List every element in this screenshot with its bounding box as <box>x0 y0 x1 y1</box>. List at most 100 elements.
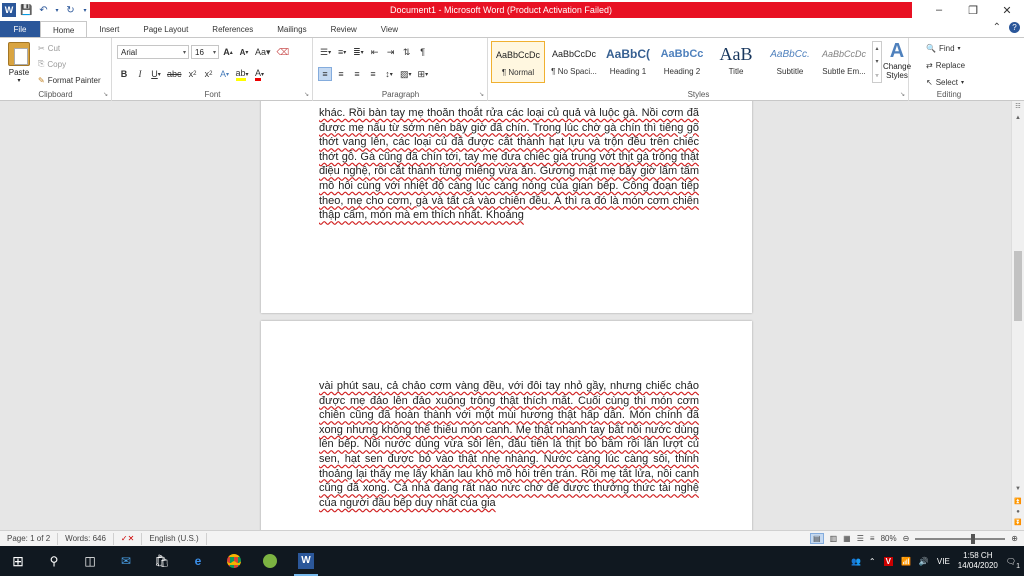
proofing-icon[interactable]: ✓✕ <box>114 532 143 545</box>
volume-icon[interactable]: 🔊 <box>919 557 929 566</box>
font-color-icon[interactable]: A ▾ <box>253 67 267 81</box>
align-left-icon[interactable]: ≡ <box>318 67 332 81</box>
superscript-icon[interactable]: x2 <box>202 67 216 81</box>
customize-qat-icon[interactable]: ▾ <box>81 4 89 17</box>
undo-dropdown-icon[interactable]: ▾ <box>54 4 60 17</box>
underline-icon[interactable]: U ▾ <box>149 67 163 81</box>
subscript-icon[interactable]: x2 <box>186 67 200 81</box>
word-count[interactable]: Words: 646 <box>58 532 114 545</box>
zoom-in-icon[interactable]: ⊕ <box>1011 534 1018 543</box>
clock[interactable]: 1:58 CH 14/04/2020 <box>958 551 998 571</box>
chevron-up-icon[interactable]: ▴ <box>875 45 878 52</box>
save-icon[interactable]: 💾 <box>20 4 33 17</box>
coccoc-icon[interactable] <box>252 546 288 576</box>
unikey-icon[interactable]: V <box>883 556 893 566</box>
change-case-icon[interactable]: Aa▾ <box>253 45 273 59</box>
dialog-launcher-icon[interactable]: ↘ <box>900 91 905 98</box>
full-screen-reading-icon[interactable]: ▥ <box>830 534 838 543</box>
undo-icon[interactable]: ↶ <box>37 4 50 17</box>
chrome-icon[interactable] <box>216 546 252 576</box>
print-layout-icon[interactable]: ▤ <box>810 533 824 544</box>
tab-references[interactable]: References <box>200 21 265 38</box>
language-status[interactable]: English (U.S.) <box>142 532 207 545</box>
more-icon[interactable]: ▿ <box>875 72 878 79</box>
style-heading-2[interactable]: AaBbCc Heading 2 <box>655 41 709 83</box>
strikethrough-icon[interactable]: abc <box>165 67 184 81</box>
font-size-combo[interactable]: 16 ▾ <box>191 45 219 59</box>
zoom-out-icon[interactable]: ⊖ <box>903 534 910 543</box>
outline-icon[interactable]: ☰ <box>857 534 864 543</box>
style-heading-1[interactable]: AaBbC( Heading 1 <box>601 41 655 83</box>
minimize-icon[interactable]: – <box>922 0 956 20</box>
tab-review[interactable]: Review <box>319 21 369 38</box>
numbering-icon[interactable]: ≡ ▾ <box>335 45 349 59</box>
ruler-toggle-icon[interactable]: ☷ <box>1012 103 1024 113</box>
page-2-text[interactable]: vài phút sau, cả chảo cơm vàng đều, với … <box>319 379 699 510</box>
font-name-combo[interactable]: Arial ▾ <box>117 45 189 59</box>
draft-icon[interactable]: ≡ <box>870 534 875 543</box>
shading-icon[interactable]: ▨ ▾ <box>398 67 414 81</box>
next-page-icon[interactable]: ⏬ <box>1012 519 1024 529</box>
edge-icon[interactable]: e <box>180 546 216 576</box>
chevron-up-icon[interactable]: ⌃ <box>869 557 876 566</box>
minimize-ribbon-icon[interactable]: ⌃ <box>993 22 1001 33</box>
select-button[interactable]: ↖ Select ▾ <box>926 76 965 88</box>
dialog-launcher-icon[interactable]: ↘ <box>103 91 108 98</box>
input-language[interactable]: VIE <box>937 557 950 566</box>
multilevel-list-icon[interactable]: ≣ ▾ <box>351 45 366 59</box>
tab-page-layout[interactable]: Page Layout <box>131 21 200 38</box>
clear-formatting-icon[interactable]: ⌫ <box>275 45 292 59</box>
redo-icon[interactable]: ↻ <box>64 4 77 17</box>
paste-button[interactable]: Paste ▾ <box>4 42 34 84</box>
style-subtitle[interactable]: AaBbCc. Subtitle <box>763 41 817 83</box>
word-taskbar-icon[interactable]: W <box>288 546 324 576</box>
align-center-icon[interactable]: ≡ <box>334 67 348 81</box>
store-icon[interactable]: 🛍 <box>144 546 180 576</box>
tab-insert[interactable]: Insert <box>87 21 131 38</box>
bold-icon[interactable]: B <box>117 67 131 81</box>
page-1-text[interactable]: khác. Rồi bàn tay mẹ thoăn thoắt rửa các… <box>319 106 699 223</box>
find-button[interactable]: 🔍 Find ▾ <box>926 42 965 54</box>
page-2[interactable]: vài phút sau, cả chảo cơm vàng đều, với … <box>261 321 752 530</box>
scroll-thumb[interactable] <box>1014 251 1022 321</box>
show-formatting-icon[interactable]: ¶ <box>416 45 430 59</box>
network-icon[interactable]: 📶 <box>901 557 911 566</box>
help-icon[interactable]: ? <box>1009 22 1020 33</box>
cut-button[interactable]: ✂ Cut <box>38 42 101 54</box>
dialog-launcher-icon[interactable]: ↘ <box>304 91 309 98</box>
page-1[interactable]: khác. Rồi bàn tay mẹ thoăn thoắt rửa các… <box>261 101 752 313</box>
increase-indent-icon[interactable]: ⇥ <box>384 45 398 59</box>
highlight-icon[interactable]: ab ▾ <box>234 67 251 81</box>
bullets-icon[interactable]: ☰ ▾ <box>318 45 333 59</box>
previous-page-icon[interactable]: ⏫ <box>1012 498 1024 508</box>
justify-icon[interactable]: ≡ <box>366 67 380 81</box>
change-styles-button[interactable]: A Change Styles <box>883 40 911 80</box>
zoom-level[interactable]: 80% <box>881 534 897 543</box>
style-no-spacing[interactable]: AaBbCcDc ¶ No Spaci... <box>547 41 601 83</box>
web-layout-icon[interactable]: ▦ <box>843 534 851 543</box>
page-count[interactable]: Page: 1 of 2 <box>0 532 59 545</box>
search-icon[interactable]: ⚲ <box>36 546 72 576</box>
text-effects-icon[interactable]: A ▾ <box>218 67 232 81</box>
notification-icon[interactable]: 🗨 1 <box>1006 557 1020 570</box>
people-icon[interactable]: 👥 <box>851 557 861 566</box>
zoom-slider-thumb[interactable] <box>971 533 976 544</box>
tab-mailings[interactable]: Mailings <box>265 21 318 38</box>
scroll-up-icon[interactable]: ▲ <box>1012 115 1024 125</box>
tab-home[interactable]: Home <box>40 21 88 38</box>
copy-button[interactable]: ⎘ Copy <box>38 58 101 70</box>
document-area[interactable]: khác. Rồi bàn tay mẹ thoăn thoắt rửa các… <box>0 101 1011 530</box>
decrease-indent-icon[interactable]: ⇤ <box>368 45 382 59</box>
borders-icon[interactable]: ⊞ ▾ <box>416 67 431 81</box>
dialog-launcher-icon[interactable]: ↘ <box>479 91 484 98</box>
shrink-font-icon[interactable]: A ▾ <box>237 45 251 59</box>
tab-file[interactable]: File <box>0 21 40 38</box>
styles-scrollbar[interactable]: ▴ ▾ ▿ <box>872 41 882 83</box>
zoom-slider[interactable] <box>915 533 1006 544</box>
chevron-down-icon[interactable]: ▾ <box>875 58 878 65</box>
mail-icon[interactable]: ✉ <box>108 546 144 576</box>
task-view-icon[interactable]: ◫ <box>72 546 108 576</box>
align-right-icon[interactable]: ≡ <box>350 67 364 81</box>
grow-font-icon[interactable]: A ▴ <box>221 45 235 59</box>
restore-icon[interactable]: ❐ <box>956 0 990 20</box>
